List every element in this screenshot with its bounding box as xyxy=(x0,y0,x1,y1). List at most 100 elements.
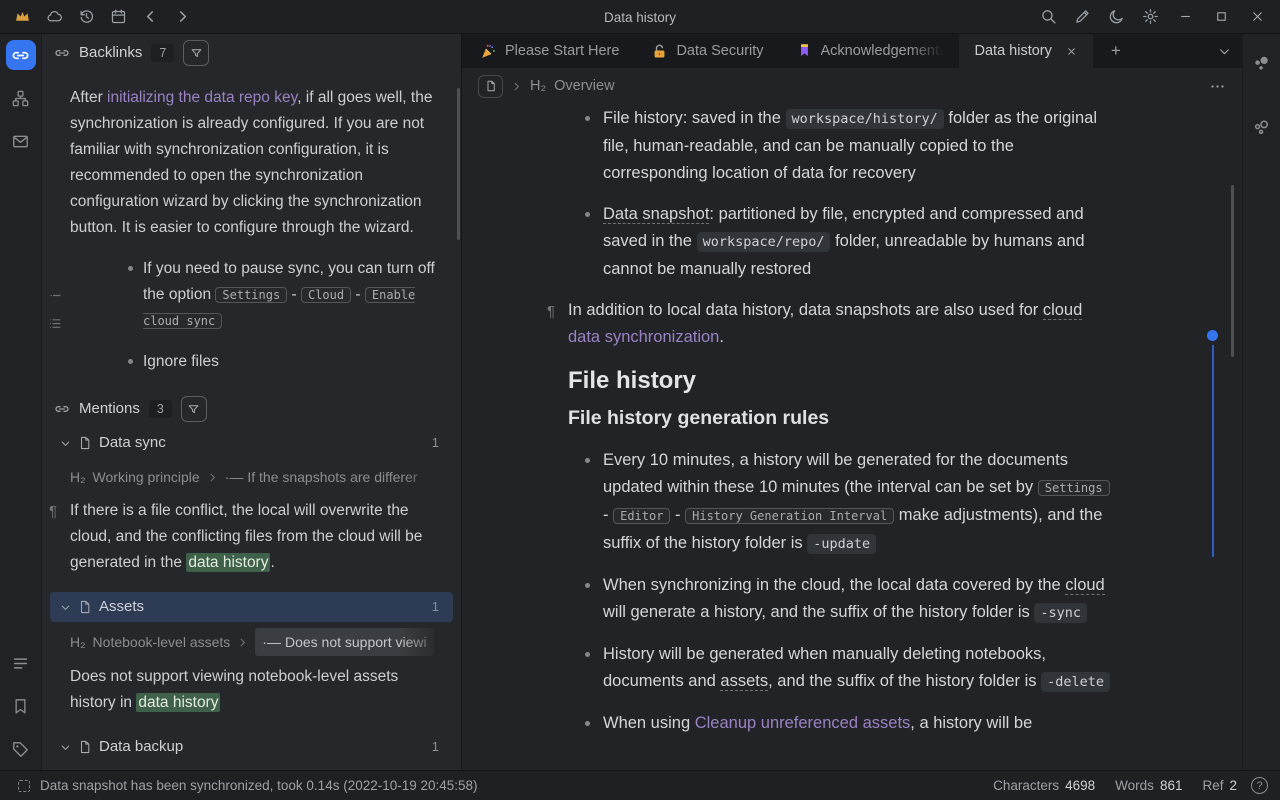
tab-close-icon[interactable] xyxy=(1066,46,1077,57)
heading-file-history[interactable]: File history xyxy=(568,365,1112,397)
backlink-list-item[interactable]: Ignore files xyxy=(70,349,444,375)
document-chip-icon[interactable] xyxy=(478,75,503,98)
help-icon[interactable]: ? xyxy=(1251,777,1268,794)
list-block-handle-icon[interactable] xyxy=(48,314,63,340)
tab-data-history[interactable]: Data history xyxy=(959,34,1093,68)
mention-breadcrumb[interactable]: H₂ Notebook-level assets ·—Does not supp… xyxy=(70,628,447,656)
block-drag-handle-icon[interactable] xyxy=(48,286,63,312)
bookmark-dock-icon[interactable] xyxy=(6,691,36,721)
tab-data-security[interactable]: Data Security xyxy=(635,34,779,68)
chevron-down-icon[interactable] xyxy=(60,438,71,449)
heading-level-tag: H₂ xyxy=(70,629,86,655)
mention-doc-label: Assets xyxy=(99,594,144,620)
backlinks-header: Backlinks 7 xyxy=(42,34,461,72)
editor-scroll-area[interactable]: File history: saved in the workspace/his… xyxy=(462,104,1242,770)
more-options-icon[interactable] xyxy=(1209,78,1226,95)
editor-paragraph[interactable]: ¶In addition to local data history, data… xyxy=(568,297,1112,351)
titlebar-left-icons xyxy=(8,4,196,30)
characters-label: Characters xyxy=(993,778,1059,793)
document-breadcrumb: H₂ Overview xyxy=(462,68,1242,104)
graph-dock-icon[interactable] xyxy=(6,83,36,113)
edit-pencil-icon[interactable] xyxy=(1068,4,1096,30)
text-run: Ignore files xyxy=(143,353,219,370)
daily-note-calendar-icon[interactable] xyxy=(104,4,132,30)
window-title: Data history xyxy=(604,0,676,34)
window-close-button[interactable] xyxy=(1242,4,1272,30)
mentions-title: Mentions xyxy=(79,396,140,422)
tab-please-start-here[interactable]: Please Start Here xyxy=(464,34,635,68)
data-history-icon[interactable] xyxy=(72,4,100,30)
bullet-dot xyxy=(585,116,590,121)
mention-doc-row-data-backup[interactable]: Data backup 1 xyxy=(50,732,453,762)
party-popper-icon xyxy=(480,43,497,60)
crumb-list-item-highlighted[interactable]: ·—Does not support viewi xyxy=(255,628,433,656)
mentions-header: Mentions 3 xyxy=(42,390,461,428)
paragraph-pilcrow-icon[interactable]: ¶ xyxy=(49,499,57,525)
mention-breadcrumb[interactable]: H₂ Working principle ·—If the snapshots … xyxy=(70,464,447,490)
chevron-right-icon xyxy=(511,81,522,92)
editor-list-item[interactable]: Data snapshot: partitioned by file, encr… xyxy=(568,201,1112,283)
tag-dock-icon[interactable] xyxy=(6,734,36,764)
search-icon[interactable] xyxy=(1034,4,1062,30)
window-maximize-button[interactable] xyxy=(1206,4,1236,30)
app-window: Data history xyxy=(0,0,1280,800)
editor-list-item[interactable]: Every 10 minutes, a history will be gene… xyxy=(568,447,1112,558)
tab-bar: Please Start Here Data Security Acknowle… xyxy=(462,34,1242,68)
breadcrumb-heading-level: H₂ xyxy=(530,78,546,94)
panel-scrollbar[interactable] xyxy=(457,88,460,240)
crumb-heading[interactable]: Notebook-level assets xyxy=(93,629,231,655)
crumb-item-text: If the snapshots are differer xyxy=(247,464,417,490)
block-ref-link[interactable]: initializing the data repo key xyxy=(107,89,297,106)
scroll-position-line xyxy=(1212,345,1214,557)
bullet-dot xyxy=(585,583,590,588)
graph-local-icon[interactable] xyxy=(1247,48,1277,78)
breadcrumb-heading[interactable]: Overview xyxy=(554,78,614,94)
text-run: workspace/repo/ xyxy=(697,232,831,252)
editor-scrollbar[interactable] xyxy=(1231,185,1234,357)
nav-back-icon[interactable] xyxy=(136,4,164,30)
backlink-paragraph[interactable]: After initializing the data repo key, if… xyxy=(70,85,444,241)
backlinks-dock-icon[interactable] xyxy=(6,40,36,70)
backlinks-filter-button[interactable] xyxy=(183,40,209,66)
new-tab-button[interactable]: + xyxy=(1099,34,1133,68)
mention-doc-row-data-sync[interactable]: Data sync 1 xyxy=(50,428,453,458)
mention-paragraph[interactable]: ¶If there is a file conflict, the local … xyxy=(70,498,444,576)
tab-acknowledgements[interactable]: Acknowledgements xyxy=(780,34,959,68)
mention-paragraph[interactable]: Does not support viewing notebook-level … xyxy=(70,664,444,716)
cloud-sync-icon[interactable] xyxy=(40,4,68,30)
crumb-heading[interactable]: Working principle xyxy=(93,464,200,490)
mentions-filter-button[interactable] xyxy=(181,396,207,422)
left-dock-rail xyxy=(0,34,42,770)
editor-list-item[interactable]: When using Cleanup unreferenced assets, … xyxy=(568,710,1112,737)
text-run: File history xyxy=(568,367,696,394)
backlinks-panel: Backlinks 7 After initializing the data … xyxy=(42,34,462,770)
paragraph-pilcrow-icon[interactable]: ¶ xyxy=(547,298,555,325)
editor-list-item[interactable]: File history: saved in the workspace/his… xyxy=(568,105,1112,187)
backlink-list-item[interactable]: If you need to pause sync, you can turn … xyxy=(70,256,444,334)
backlinks-title: Backlinks xyxy=(79,40,142,66)
mention-doc-count: 1 xyxy=(432,430,439,456)
block-ref-link[interactable]: Cleanup unreferenced assets xyxy=(695,714,911,732)
window-minimize-button[interactable] xyxy=(1170,4,1200,30)
text-run: In addition to local data history, data … xyxy=(568,301,1043,319)
workspace-crown-icon[interactable] xyxy=(8,4,36,30)
theme-moon-icon[interactable] xyxy=(1102,4,1130,30)
tab-list-chevron-icon[interactable] xyxy=(1206,34,1242,68)
status-message: Data snapshot has been synchronized, too… xyxy=(40,778,478,793)
graph-global-icon[interactable] xyxy=(1247,112,1277,142)
crumb-list-item[interactable]: ·—If the snapshots are differer xyxy=(225,464,418,490)
block-ref-link[interactable]: data synchronization xyxy=(568,328,719,346)
editor-list-item[interactable]: History will be generated when manually … xyxy=(568,641,1112,696)
text-run: cloud xyxy=(1043,301,1082,320)
outline-dock-icon[interactable] xyxy=(6,648,36,678)
heading-generation-rules[interactable]: File history generation rules xyxy=(568,405,1112,431)
nav-forward-icon[interactable] xyxy=(168,4,196,30)
editor-list-item[interactable]: When synchronizing in the cloud, the loc… xyxy=(568,572,1112,627)
chevron-down-icon[interactable] xyxy=(60,602,71,613)
inbox-envelope-icon[interactable] xyxy=(6,126,36,156)
bullet-dot xyxy=(585,212,590,217)
mention-doc-row-assets[interactable]: Assets 1 xyxy=(50,592,453,622)
settings-gear-icon[interactable] xyxy=(1136,4,1164,30)
text-run: data history xyxy=(186,553,270,572)
chevron-down-icon[interactable] xyxy=(60,742,71,753)
